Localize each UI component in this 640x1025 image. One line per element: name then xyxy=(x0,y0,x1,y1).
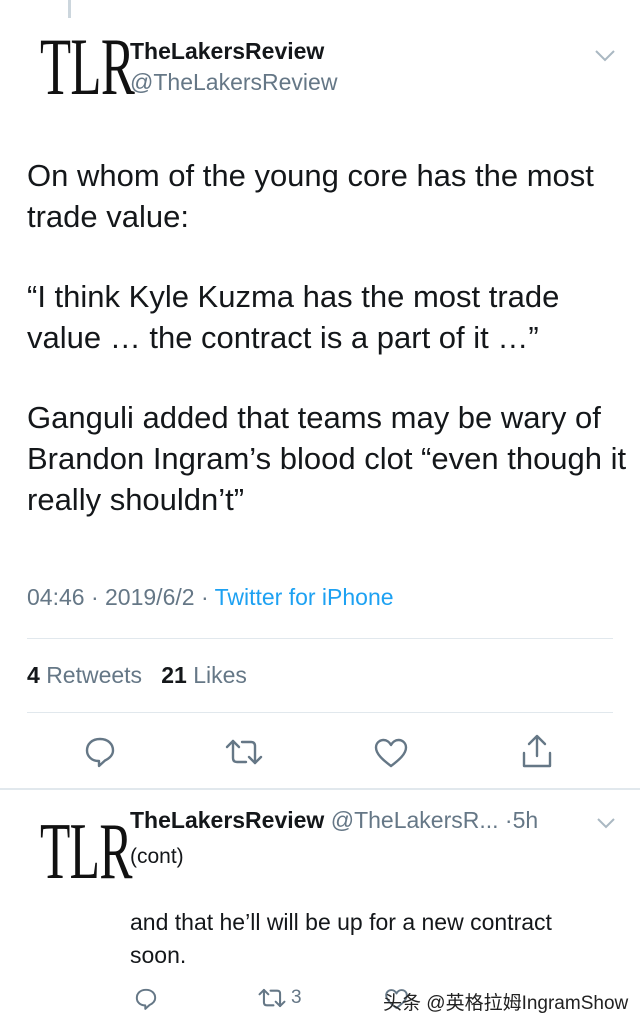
reply-text: and that he’ll will be up for a new cont… xyxy=(130,909,552,968)
divider xyxy=(27,712,613,713)
likes-count: 21 xyxy=(161,662,187,688)
user-handle[interactable]: @TheLakersReview xyxy=(130,69,337,96)
avatar-logo[interactable]: TLR xyxy=(40,26,135,108)
reply-retweet-action[interactable]: 3 xyxy=(257,987,302,1009)
retweet-icon[interactable] xyxy=(224,737,264,767)
retweets-label: Retweets xyxy=(46,662,143,688)
display-name[interactable]: TheLakersReview xyxy=(130,38,324,65)
tweet-date: 2019/6/2 xyxy=(105,584,195,610)
reply-display-name[interactable]: TheLakersReview xyxy=(130,807,324,833)
source-watermark: 头条 @英格拉姆IngramShow xyxy=(383,993,629,1014)
reply-time-separator: · xyxy=(504,807,513,833)
tweet-paragraph-3: Ganguli added that teams may be wary of … xyxy=(27,400,627,517)
tweet-time: 04:46 xyxy=(27,584,85,610)
thread-connector-line xyxy=(68,0,71,18)
likes-stat[interactable]: 21 Likes xyxy=(161,662,247,688)
retweets-stat[interactable]: 4 Retweets xyxy=(27,662,142,688)
chevron-down-icon[interactable] xyxy=(594,49,616,63)
reply-retweet-icon xyxy=(258,988,286,1008)
tweet-source-link[interactable]: Twitter for iPhone xyxy=(215,584,394,610)
divider xyxy=(27,638,613,639)
reply-retweet-count: 3 xyxy=(291,987,302,1008)
likes-label: Likes xyxy=(193,662,247,688)
engagement-stats: 4 Retweets 21 Likes xyxy=(27,662,247,689)
reply-age: 5h xyxy=(512,807,539,833)
share-icon[interactable] xyxy=(521,733,553,769)
reply-reply-icon[interactable] xyxy=(134,987,158,1011)
tweet-meta: 04:46 · 2019/6/2 · Twitter for iPhone xyxy=(27,584,394,611)
meta-separator: · xyxy=(90,584,106,610)
like-heart-icon[interactable] xyxy=(373,737,409,769)
reply-icon[interactable] xyxy=(83,735,117,769)
tweet-separator xyxy=(0,788,640,790)
reply-header: TheLakersReview @TheLakersR... ·5h xyxy=(130,807,538,834)
tweet-paragraph-2: “I think Kyle Kuzma has the most trade v… xyxy=(27,279,560,355)
tweet-paragraph-1: On whom of the young core has the most t… xyxy=(27,158,594,234)
reply-avatar-logo[interactable]: TLR xyxy=(40,812,132,892)
reply-subtitle: (cont) xyxy=(130,845,184,868)
meta-separator: · xyxy=(200,584,215,610)
retweets-count: 4 xyxy=(27,662,40,688)
reply-handle[interactable]: @TheLakersR... xyxy=(331,807,499,833)
reply-chevron-down-icon[interactable] xyxy=(596,817,616,830)
